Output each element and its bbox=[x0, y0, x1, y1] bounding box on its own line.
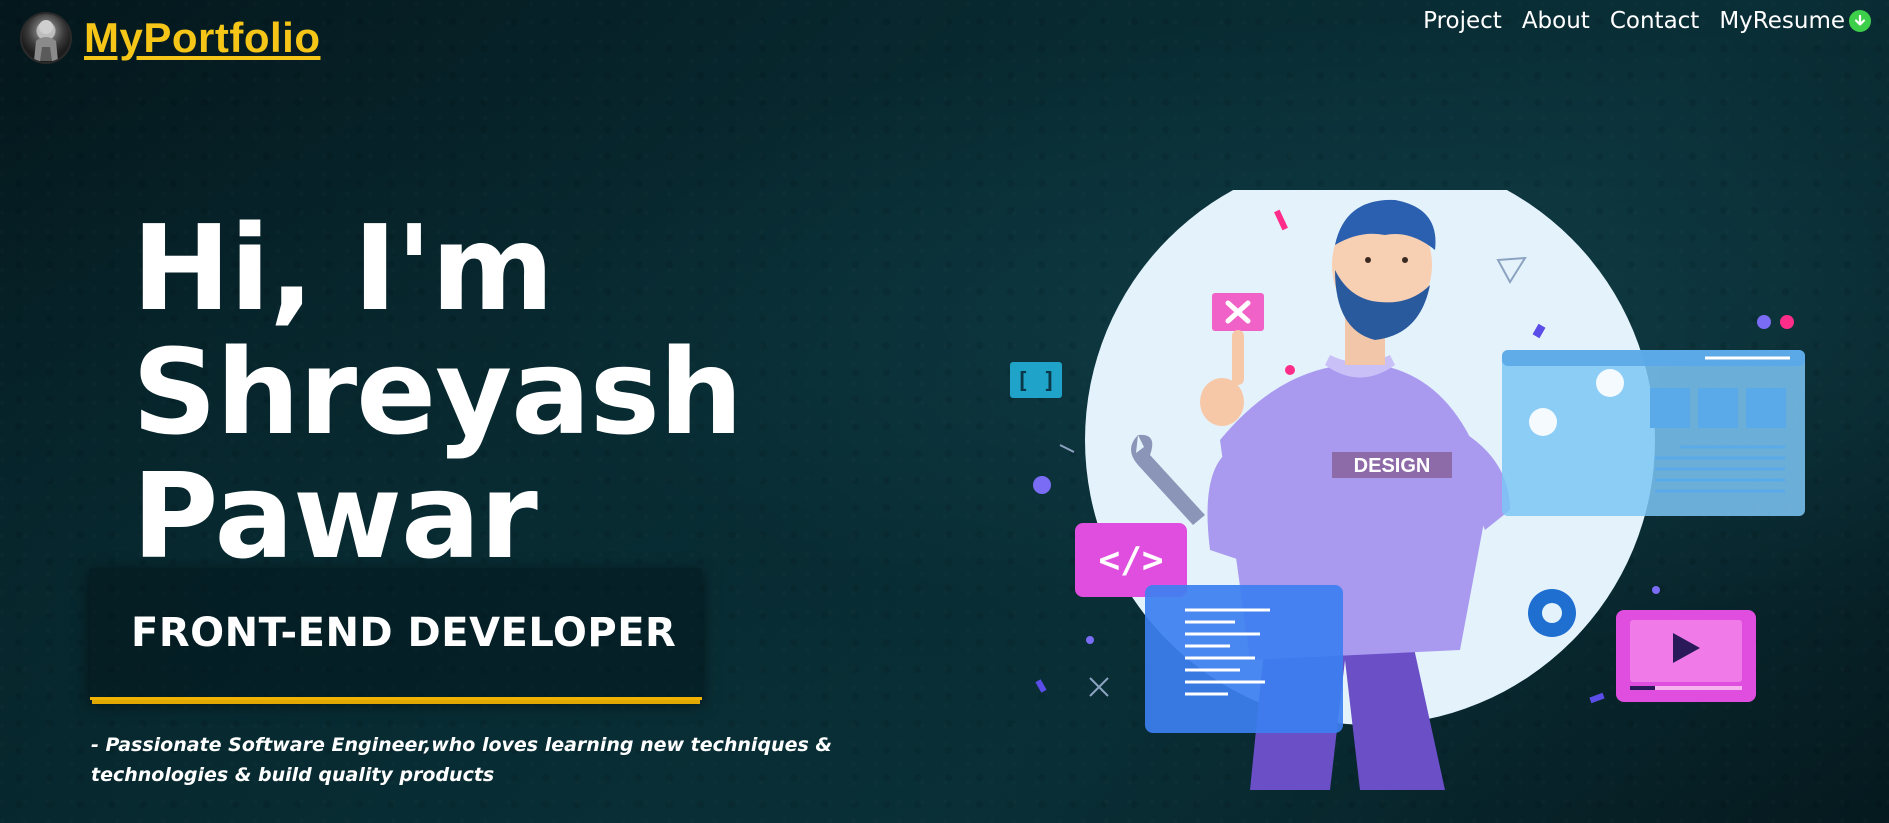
nav-about[interactable]: About bbox=[1522, 8, 1590, 34]
hero-illustration: [ ] </> DESIGN bbox=[990, 155, 1840, 790]
hero-greeting: Hi, I'm bbox=[132, 199, 554, 337]
nav-project[interactable]: Project bbox=[1423, 8, 1502, 34]
nav-myresume-label: MyResume bbox=[1719, 8, 1845, 34]
hero-title: Hi, I'm Shreyash Pawar bbox=[132, 199, 743, 585]
role-box: FRONT-END DEVELOPER bbox=[90, 568, 702, 700]
code-card-text: </> bbox=[1098, 540, 1163, 581]
nav-myresume[interactable]: MyResume bbox=[1719, 8, 1871, 34]
brand-link[interactable]: MyPortfolio bbox=[20, 12, 320, 64]
developer-illustration: [ ] </> DESIGN bbox=[1010, 155, 1805, 790]
tagline: - Passionate Software Engineer,who loves… bbox=[91, 734, 832, 786]
bracket-badge-text: [ ] bbox=[1016, 369, 1056, 394]
site-header: MyPortfolio Project About Contact MyResu… bbox=[0, 0, 1889, 76]
role-title: FRONT-END DEVELOPER bbox=[131, 609, 677, 656]
hero-last-name: Pawar bbox=[132, 447, 538, 585]
shirt-label-text: DESIGN bbox=[1354, 455, 1431, 477]
nav-contact[interactable]: Contact bbox=[1610, 8, 1699, 34]
main-nav: Project About Contact MyResume bbox=[1423, 8, 1871, 34]
brand-name: MyPortfolio bbox=[84, 14, 321, 61]
hero-first-name: Shreyash bbox=[132, 323, 743, 461]
avatar bbox=[20, 12, 72, 64]
download-icon bbox=[1849, 10, 1871, 32]
person-silhouette-icon bbox=[34, 20, 58, 61]
